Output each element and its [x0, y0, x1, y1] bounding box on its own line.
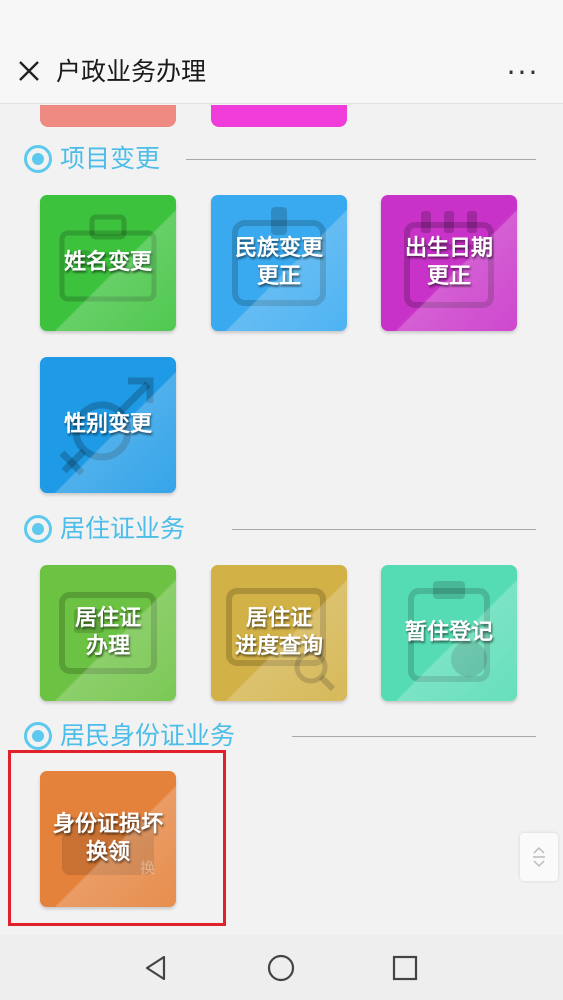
tile-label: 民族变更 更正 [234, 236, 323, 289]
section-header-residence-permit: 居住证业务 [24, 511, 185, 547]
tile-label: 出生日期 更正 [404, 236, 493, 289]
section-title: 居民身份证业务 [60, 721, 236, 750]
section-ring-icon [24, 722, 52, 750]
tile-residence-permit-progress[interactable]: 居住证 进度查询 [211, 565, 347, 701]
section-title: 项目变更 [60, 144, 161, 173]
tile-label: 性别变更 [63, 412, 152, 437]
section-title: 居住证业务 [60, 514, 186, 543]
back-triangle-icon [145, 955, 166, 981]
section-ring-icon [24, 145, 52, 173]
highlight-box [8, 750, 226, 926]
tile-label: 暂住登记 [404, 620, 493, 645]
tile-label: 居住证 办理 [74, 606, 141, 659]
home-button[interactable] [264, 951, 298, 985]
tile-label: 姓名变更 [63, 250, 152, 275]
tile-gender-change[interactable]: 性别变更 [40, 357, 176, 493]
section-divider [186, 159, 536, 160]
scroll-handle[interactable] [520, 833, 558, 881]
tile-residence-permit-apply[interactable]: 居住证 办理 [40, 565, 176, 701]
section-ring-icon [24, 515, 52, 543]
system-navigation-bar [0, 935, 563, 1000]
service-list[interactable]: 项目变更 姓名变更 民族变更 更正 出生日期 更正 性别变更 居住证业务 居住证… [0, 105, 563, 935]
page-title: 户政业务办理 [56, 57, 207, 86]
recents-button[interactable] [388, 951, 422, 985]
partial-tile[interactable] [211, 105, 347, 127]
tile-ethnicity-change[interactable]: 民族变更 更正 [211, 195, 347, 331]
close-button[interactable] [14, 56, 44, 86]
tile-name-change[interactable]: 姓名变更 [40, 195, 176, 331]
back-button[interactable] [140, 951, 174, 985]
section-header-resident-id: 居民身份证业务 [24, 718, 235, 754]
more-options-button[interactable]: ··· [503, 56, 543, 89]
tile-temporary-residence-registration[interactable]: 暂住登记 [381, 565, 517, 701]
partial-tile[interactable] [40, 105, 176, 127]
recents-square-icon [392, 955, 418, 981]
section-header-project-change: 项目变更 [24, 141, 160, 177]
section-divider [292, 736, 536, 737]
tile-label: 居住证 进度查询 [234, 606, 323, 659]
tile-birthdate-correction[interactable]: 出生日期 更正 [381, 195, 517, 331]
home-circle-icon [267, 954, 295, 982]
scroll-arrows-icon [533, 846, 545, 868]
section-divider [232, 529, 536, 530]
close-icon [19, 61, 39, 81]
app-header: 户政业务办理 ··· [0, 0, 563, 104]
